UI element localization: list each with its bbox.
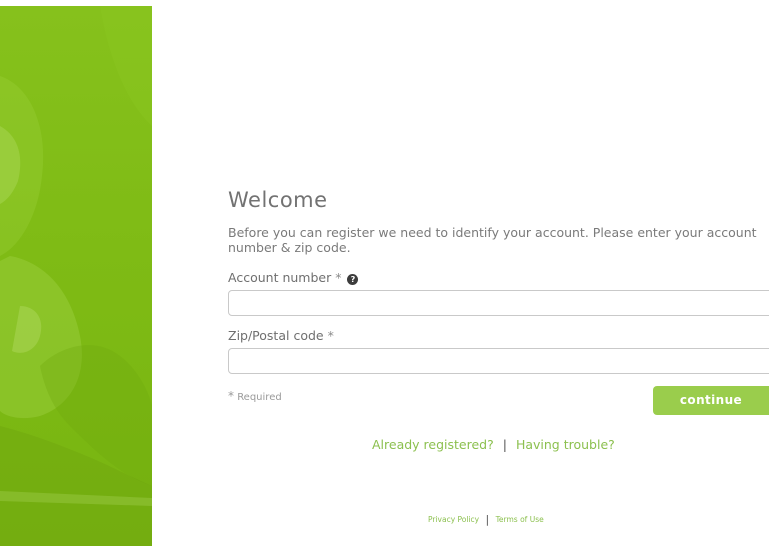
terms-of-use-link[interactable]: Terms of Use <box>496 515 544 524</box>
intro-text: Before you can register we need to ident… <box>228 225 757 255</box>
zip-code-label-text: Zip/Postal code <box>228 328 324 343</box>
account-number-label: Account number * ? <box>228 270 359 285</box>
zip-code-label: Zip/Postal code * <box>228 328 334 343</box>
link-separator: | <box>502 437 507 452</box>
already-registered-link[interactable]: Already registered? <box>372 437 494 452</box>
required-note: * Required <box>228 389 282 403</box>
continue-button[interactable]: continue <box>653 386 769 415</box>
hero-image-panel <box>0 6 152 546</box>
required-note-text: Required <box>237 392 282 403</box>
hero-photo-overlay <box>0 6 152 546</box>
registration-form: Welcome Before you can register we need … <box>228 0 769 546</box>
page-title: Welcome <box>228 188 328 212</box>
required-asterisk: * <box>327 328 334 343</box>
footer-links: Privacy Policy | Terms of Use <box>428 513 544 526</box>
privacy-policy-link[interactable]: Privacy Policy <box>428 515 479 524</box>
registration-page: Welcome Before you can register we need … <box>0 0 769 546</box>
required-note-asterisk: * <box>228 389 234 403</box>
zip-code-input[interactable] <box>228 348 769 374</box>
footer-separator: | <box>485 513 490 526</box>
account-number-input[interactable] <box>228 290 769 316</box>
having-trouble-link[interactable]: Having trouble? <box>516 437 615 452</box>
required-asterisk: * <box>335 270 342 285</box>
help-links: Already registered? | Having trouble? <box>372 437 615 452</box>
question-circle-icon[interactable]: ? <box>347 274 359 285</box>
account-number-label-text: Account number <box>228 270 332 285</box>
